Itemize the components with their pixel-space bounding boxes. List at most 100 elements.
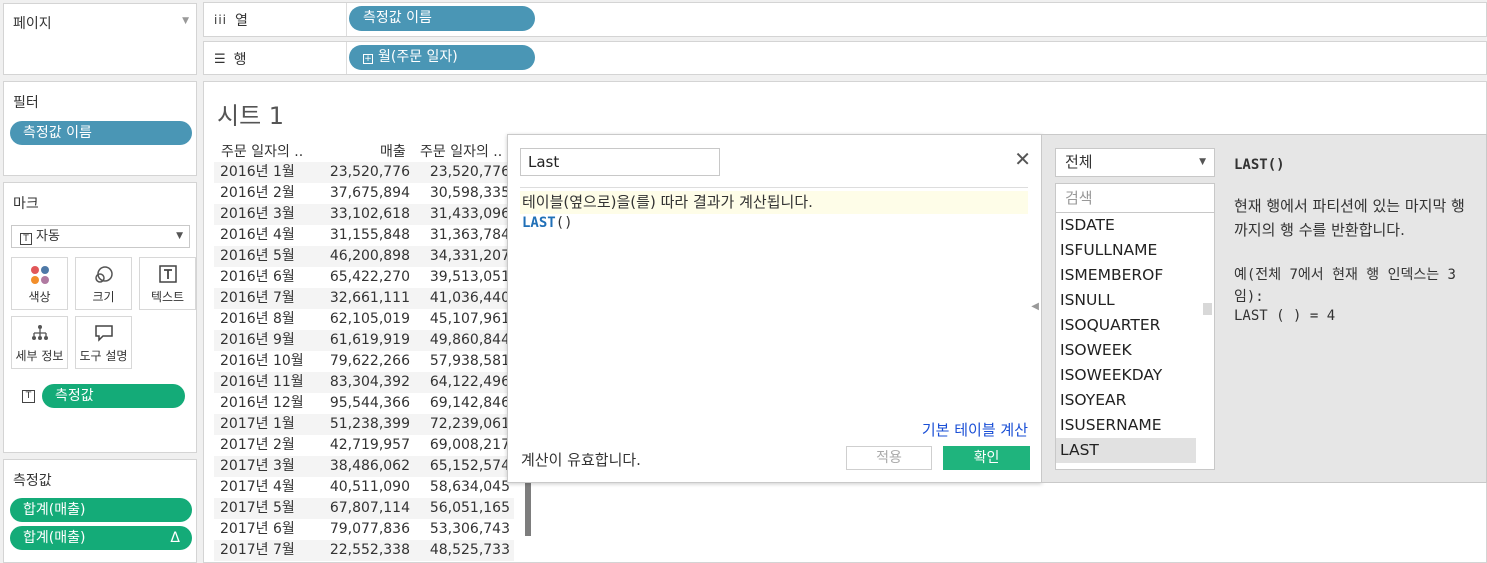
row-sales-cell: 23,520,776 (329, 164, 410, 180)
shelf-divider (346, 42, 347, 74)
table-row[interactable]: 2016년 5월 46,200,898 34,331,207 (214, 246, 514, 267)
calculation-dialog: Last ✕ 테이블(옆으로)을(를) 따라 결과가 계산됩니다. LAST()… (507, 134, 1042, 483)
table-row[interactable]: 2017년 4월 40,511,090 58,634,045 (214, 477, 514, 498)
formula-editor[interactable]: 테이블(옆으로)을(를) 따라 결과가 계산됩니다. LAST() (520, 187, 1028, 417)
row-calc-cell: 23,520,776 (429, 164, 510, 180)
rows-pill[interactable]: + 월(주문 일자) (349, 45, 535, 70)
row-sales-cell: 33,102,618 (329, 206, 410, 222)
function-category-label: 전체 (1065, 153, 1093, 171)
table-row[interactable]: 2017년 3월 38,486,062 65,152,574 (214, 456, 514, 477)
tooltip-button[interactable]: 도구 설명 (75, 316, 132, 369)
apply-button[interactable]: 적용 (846, 446, 932, 470)
filter-pill[interactable]: 측정값 이름 (10, 121, 192, 145)
chevron-down-icon[interactable]: ▼ (182, 16, 189, 26)
marks-title: 마크 (13, 196, 39, 212)
measure-pill[interactable]: 합계(매출) (10, 498, 192, 522)
function-list-item[interactable]: ISOQUARTER (1056, 313, 1214, 338)
column-header-calc[interactable]: 주문 일자의 .. (420, 141, 502, 161)
ok-button[interactable]: 확인 (943, 446, 1030, 470)
close-icon[interactable]: ✕ (1014, 147, 1031, 171)
text-icon (140, 258, 195, 288)
marks-measure-pill[interactable]: 측정값 (42, 384, 185, 408)
row-sales-cell: 40,511,090 (329, 479, 410, 495)
table-row[interactable]: 2016년 3월 33,102,618 31,433,096 (214, 204, 514, 225)
table-row[interactable]: 2016년 1월 23,520,776 23,520,776 (214, 162, 514, 183)
rows-shelf-label: ☰ 행 (214, 49, 247, 69)
row-month-cell: 2017년 1월 (220, 416, 295, 432)
size-button[interactable]: 크기 (75, 257, 132, 310)
text-button[interactable]: 텍스트 (139, 257, 196, 310)
row-month-cell: 2016년 2월 (220, 185, 295, 201)
function-list-item[interactable]: ISFULLNAME (1056, 238, 1214, 263)
table-row[interactable]: 2016년 11월 83,304,392 64,122,496 (214, 372, 514, 393)
function-list-item[interactable]: ISDATE (1056, 213, 1214, 238)
row-sales-cell: 31,155,848 (329, 227, 410, 243)
function-list-item[interactable]: ISMEMBEROF (1056, 263, 1214, 288)
rows-pill-label: 월(주문 일자) (378, 49, 458, 65)
row-sales-cell: 65,422,270 (329, 269, 410, 285)
collapse-arrow-icon[interactable]: ◀ (1031, 301, 1039, 312)
function-search-input[interactable]: 검색 (1055, 183, 1215, 213)
column-header-sales[interactable]: 매출 (380, 141, 406, 161)
expand-icon[interactable]: + (363, 54, 373, 64)
row-calc-cell: 31,433,096 (429, 206, 510, 222)
detail-button[interactable]: 세부 정보 (11, 316, 68, 369)
row-month-cell: 2016년 1월 (220, 164, 295, 180)
row-calc-cell: 64,122,496 (429, 374, 510, 390)
row-sales-cell: 46,200,898 (329, 248, 410, 264)
table-row[interactable]: 2016년 7월 32,661,111 41,036,440 (214, 288, 514, 309)
row-sales-cell: 62,105,019 (329, 311, 410, 327)
row-calc-cell: 34,331,207 (429, 248, 510, 264)
function-help-example-code: LAST ( ) = 4 (1234, 308, 1336, 324)
row-calc-cell: 31,363,784 (429, 227, 510, 243)
row-calc-cell: 49,860,844 (429, 332, 510, 348)
validation-message: 계산이 유효합니다. (521, 451, 641, 469)
row-calc-cell: 72,239,061 (429, 416, 510, 432)
mark-type-select[interactable]: T 자동 ▼ (11, 225, 190, 248)
columns-shelf-label: iii 열 (214, 10, 248, 30)
function-list-item[interactable]: ISNULL (1056, 288, 1214, 313)
table-row[interactable]: 2017년 2월 42,719,957 69,008,217 (214, 435, 514, 456)
row-month-cell: 2016년 9월 (220, 332, 295, 348)
row-month-cell: 2016년 12월 (220, 395, 304, 411)
table-row[interactable]: 2016년 4월 31,155,848 31,363,784 (214, 225, 514, 246)
function-list-item[interactable]: LAST (1056, 438, 1196, 463)
row-month-cell: 2017년 7월 (220, 542, 295, 558)
function-list-item[interactable]: ISUSERNAME (1056, 413, 1214, 438)
row-calc-cell: 39,513,051 (429, 269, 510, 285)
row-month-cell: 2016년 7월 (220, 290, 295, 306)
function-list-scrollbar[interactable] (1203, 303, 1212, 315)
function-category-select[interactable]: 전체 ▼ (1055, 148, 1215, 177)
function-list-item[interactable]: ISOWEEKDAY (1056, 363, 1214, 388)
default-table-calc-link[interactable]: 기본 테이블 계산 (922, 419, 1028, 440)
table-row[interactable]: 2016년 12월 95,544,366 69,142,846 (214, 393, 514, 414)
table-row[interactable]: 2017년 5월 67,807,114 56,051,165 (214, 498, 514, 519)
table-row[interactable]: 2016년 6월 65,422,270 39,513,051 (214, 267, 514, 288)
function-panel: 전체 ▼ 검색 ISDATE ISFULLNAME ISMEMBEROF ISNULL… (1042, 134, 1487, 483)
mark-type-label: 자동 (36, 229, 60, 244)
measure-values-title: 측정값 (13, 473, 52, 489)
color-icon (12, 258, 67, 288)
function-list-item[interactable]: ISOWEEK (1056, 338, 1214, 363)
function-list-item[interactable]: ISOYEAR (1056, 388, 1214, 413)
color-label: 색상 (28, 290, 51, 304)
sheet-title: 시트 1 (217, 102, 285, 130)
size-label: 크기 (92, 290, 115, 304)
table-row[interactable]: 2016년 8월 62,105,019 45,107,961 (214, 309, 514, 330)
color-button[interactable]: 색상 (11, 257, 68, 310)
table-row[interactable]: 2016년 10월 79,622,266 57,938,581 (214, 351, 514, 372)
table-row[interactable]: 2017년 1월 51,238,399 72,239,061 (214, 414, 514, 435)
table-row[interactable]: 2016년 9월 61,619,919 49,860,844 (214, 330, 514, 351)
size-icon (76, 258, 131, 288)
row-calc-cell: 48,525,733 (429, 542, 510, 558)
row-calc-cell: 53,306,743 (429, 521, 510, 537)
formula-code: LAST() (522, 215, 573, 231)
table-row[interactable]: 2017년 6월 79,077,836 53,306,743 (214, 519, 514, 540)
columns-pill[interactable]: 측정값 이름 (349, 6, 535, 31)
table-row[interactable]: 2017년 7월 22,552,338 48,525,733 (214, 540, 514, 561)
formula-parens: () (555, 215, 573, 231)
table-row[interactable]: 2016년 2월 37,675,894 30,598,335 (214, 183, 514, 204)
column-header-month[interactable]: 주문 일자의 .. (221, 141, 303, 161)
calc-name-input[interactable]: Last (520, 148, 720, 176)
measure-pill[interactable]: 합계(매출) Δ (10, 526, 192, 550)
